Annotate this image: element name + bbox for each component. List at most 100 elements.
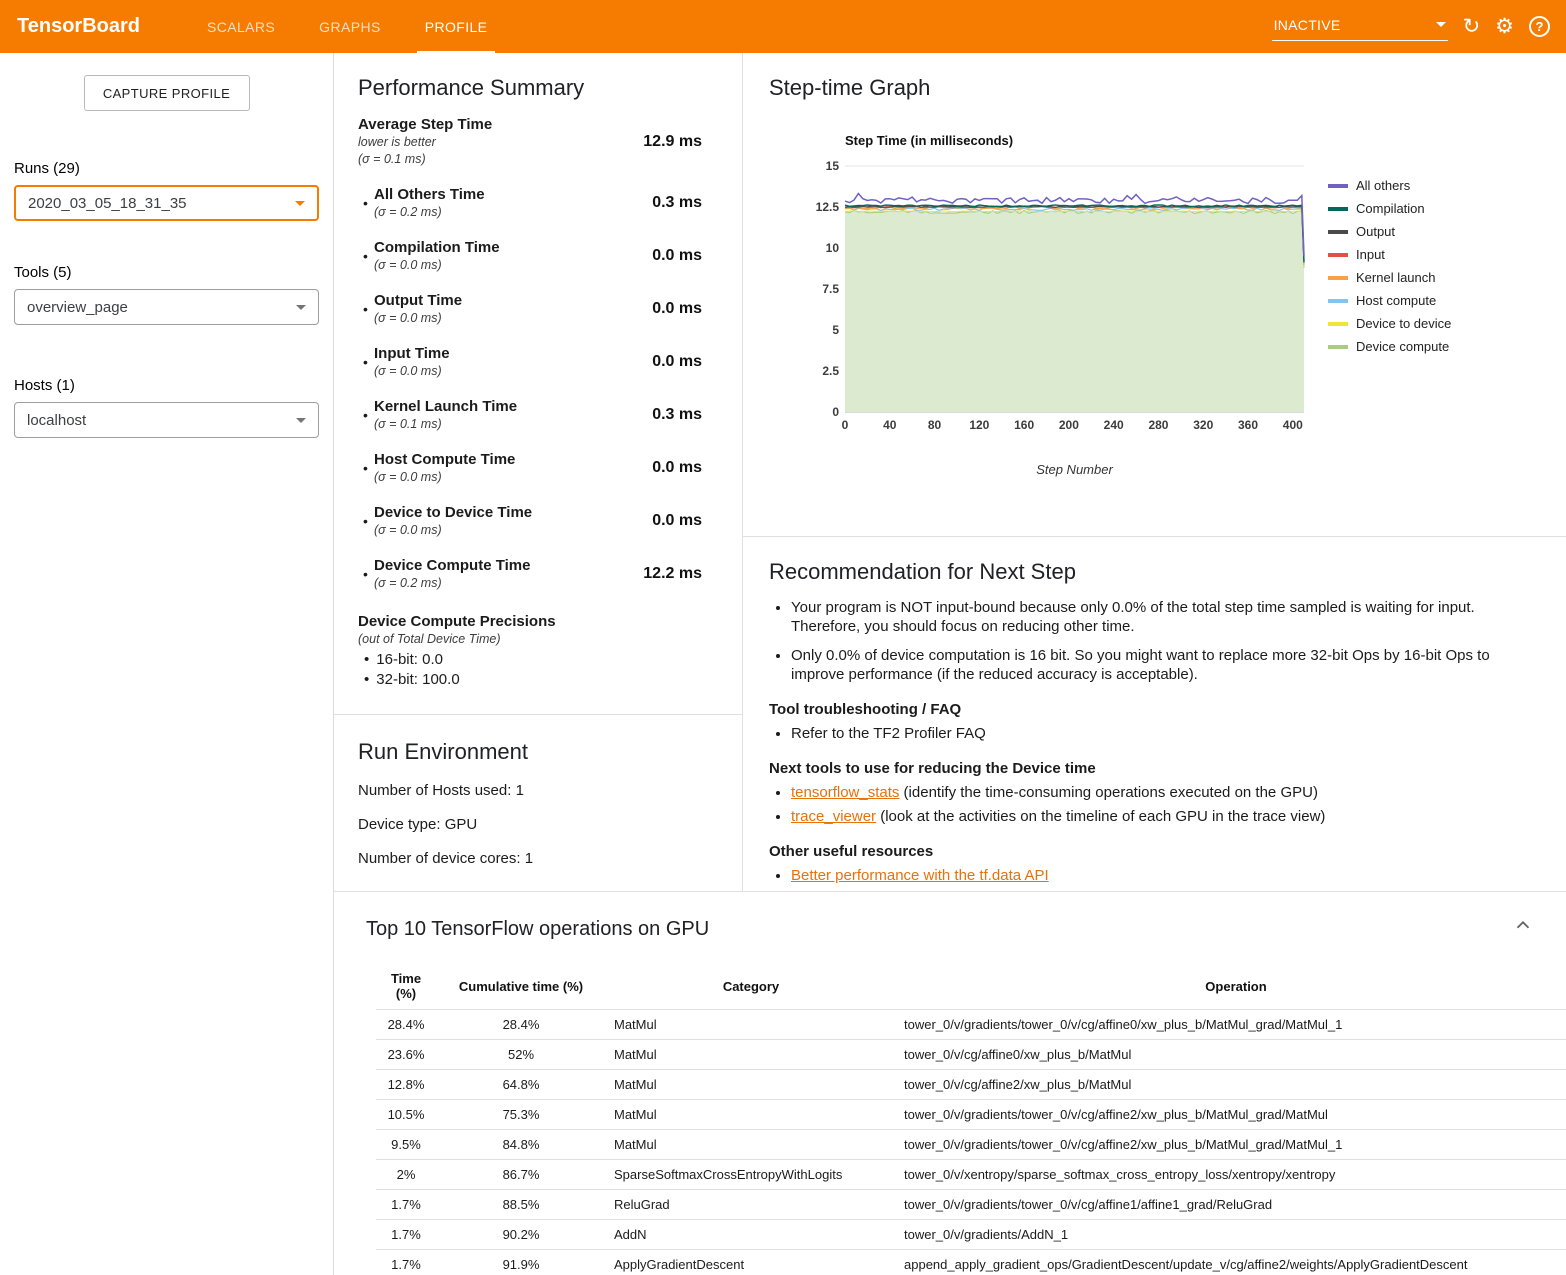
runs-select-value: 2020_03_05_18_31_35 — [28, 195, 187, 212]
legend-swatch — [1328, 184, 1348, 188]
legend-label: Compilation — [1356, 201, 1425, 216]
table-cell: tower_0/v/xentropy/sparse_softmax_cross_… — [896, 1160, 1566, 1190]
table-cell: tower_0/v/cg/affine0/xw_plus_b/MatMul — [896, 1040, 1566, 1070]
tool-item: tensorflow_stats (identify the time-cons… — [791, 783, 1526, 802]
svg-text:10: 10 — [826, 241, 840, 255]
legend-swatch — [1328, 276, 1348, 280]
hosts-select[interactable]: localhost — [14, 402, 319, 438]
legend-swatch — [1328, 345, 1348, 349]
runs-label: Runs (29) — [14, 160, 319, 177]
table-cell: 2% — [376, 1160, 436, 1190]
table-header-row: Time (%)Cumulative time (%)CategoryOpera… — [376, 963, 1566, 1010]
table-cell: 1.7% — [376, 1190, 436, 1220]
metric-sigma: (σ = 0.0 ms) — [374, 522, 532, 539]
bullet-icon: • — [358, 301, 374, 317]
metric-label: All Others Time — [374, 185, 485, 204]
run-environment: Run Environment Number of Hosts used: 1D… — [334, 715, 742, 891]
bullet-icon: • — [358, 460, 374, 476]
svg-text:320: 320 — [1193, 418, 1213, 432]
metric-value: 0.0 ms — [652, 512, 702, 530]
runenv-lines: Number of Hosts used: 1Device type: GPUN… — [358, 782, 718, 867]
metric-row: •Host Compute Time(σ = 0.0 ms)0.0 ms — [358, 450, 718, 486]
table-cell: MatMul — [606, 1070, 896, 1100]
status-select[interactable]: INACTIVE — [1272, 13, 1448, 41]
table-cell: 1.7% — [376, 1220, 436, 1250]
app-title: TensorBoard — [0, 15, 185, 38]
legend-label: Device compute — [1356, 339, 1449, 354]
metric-sigma: (σ = 0.0 ms) — [374, 363, 450, 380]
refresh-icon[interactable]: ↻ — [1463, 16, 1481, 37]
tfdata-performance-link[interactable]: Better performance with the tf.data API — [791, 867, 1049, 884]
legend-label: All others — [1356, 178, 1410, 193]
svg-text:80: 80 — [928, 418, 942, 432]
help-icon[interactable]: ? — [1529, 16, 1550, 37]
tools-select-value: overview_page — [27, 299, 128, 316]
tool-link-trace_viewer[interactable]: trace_viewer — [791, 808, 876, 825]
metric-text: Compilation Time(σ = 0.0 ms) — [374, 238, 500, 274]
faq-item: Refer to the TF2 Profiler FAQ — [791, 724, 1526, 743]
table-cell: 9.5% — [376, 1130, 436, 1160]
capture-profile-button[interactable]: CAPTURE PROFILE — [84, 75, 250, 111]
metric-sigma: (σ = 0.1 ms) — [358, 151, 492, 168]
legend-item: Compilation — [1328, 201, 1451, 216]
recommendation-bullet: Only 0.0% of device computation is 16 bi… — [791, 646, 1526, 684]
precision-item: 32-bit: 100.0 — [358, 670, 718, 690]
other-resources-heading: Other useful resources — [769, 843, 1526, 860]
table-cell: 86.7% — [436, 1160, 606, 1190]
gear-icon[interactable]: ⚙ — [1495, 16, 1514, 37]
step-time-chart[interactable]: 02.557.51012.515040801201602002402803203… — [809, 156, 1314, 456]
chevron-down-icon — [296, 418, 306, 423]
tools-select[interactable]: overview_page — [14, 289, 319, 325]
metric-note: lower is better — [358, 134, 492, 151]
tensorboard-app: TensorBoard SCALARSGRAPHSPROFILE INACTIV… — [0, 0, 1566, 1275]
collapse-chevron-icon[interactable] — [1512, 914, 1534, 936]
legend-item: Kernel launch — [1328, 270, 1451, 285]
metric-value: 0.0 ms — [652, 459, 702, 477]
runs-select[interactable]: 2020_03_05_18_31_35 — [14, 185, 319, 221]
legend-swatch — [1328, 207, 1348, 211]
precision-item: 16-bit: 0.0 — [358, 650, 718, 670]
header-tabs: SCALARSGRAPHSPROFILE — [185, 0, 509, 53]
metric-row: •Device to Device Time(σ = 0.0 ms)0.0 ms — [358, 503, 718, 539]
tab-profile[interactable]: PROFILE — [403, 0, 510, 53]
env-line: Number of Hosts used: 1 — [358, 782, 718, 799]
bullet-icon: • — [358, 407, 374, 423]
table-cell: 64.8% — [436, 1070, 606, 1100]
top-ops-title: Top 10 TensorFlow operations on GPU — [366, 918, 1542, 941]
run-environment-title: Run Environment — [358, 739, 718, 765]
chevron-down-icon — [295, 201, 305, 206]
tab-graphs[interactable]: GRAPHS — [297, 0, 403, 53]
svg-text:240: 240 — [1104, 418, 1124, 432]
table-row: 28.4%28.4%MatMultower_0/v/gradients/towe… — [376, 1010, 1566, 1040]
top-ops-section: Top 10 TensorFlow operations on GPU Time… — [334, 892, 1566, 1275]
table-row: 23.6%52%MatMultower_0/v/cg/affine0/xw_pl… — [376, 1040, 1566, 1070]
svg-text:15: 15 — [826, 159, 840, 173]
legend-label: Device to device — [1356, 316, 1451, 331]
metric-row: •All Others Time(σ = 0.2 ms)0.3 ms — [358, 185, 718, 221]
column-header: Time (%) — [376, 963, 436, 1010]
metric-text: All Others Time(σ = 0.2 ms) — [374, 185, 485, 221]
tool-description: (look at the activities on the timeline … — [876, 808, 1325, 825]
legend-swatch — [1328, 299, 1348, 303]
svg-text:0: 0 — [832, 405, 839, 419]
tab-scalars[interactable]: SCALARS — [185, 0, 297, 53]
recommendation-bullets: Your program is NOT input-bound because … — [769, 598, 1526, 684]
table-cell: tower_0/v/gradients/tower_0/v/cg/affine2… — [896, 1100, 1566, 1130]
step-time-graph-section: Step-time Graph Step Time (in millisecon… — [743, 53, 1566, 537]
table-cell: 28.4% — [376, 1010, 436, 1040]
table-cell: 88.5% — [436, 1190, 606, 1220]
recommendation-title: Recommendation for Next Step — [769, 559, 1526, 585]
metric-label: Average Step Time — [358, 115, 492, 134]
table-row: 9.5%84.8%MatMultower_0/v/gradients/tower… — [376, 1130, 1566, 1160]
table-cell: MatMul — [606, 1040, 896, 1070]
metric-label: Kernel Launch Time — [374, 397, 517, 416]
top-ops-table: Time (%)Cumulative time (%)CategoryOpera… — [376, 963, 1566, 1275]
metric-value: 0.0 ms — [652, 300, 702, 318]
table-cell: 91.9% — [436, 1250, 606, 1275]
svg-text:120: 120 — [969, 418, 989, 432]
tool-link-tensorflow_stats[interactable]: tensorflow_stats — [791, 784, 899, 801]
metric-row: •Kernel Launch Time(σ = 0.1 ms)0.3 ms — [358, 397, 718, 433]
metric-label: Input Time — [374, 344, 450, 363]
table-cell: AddN — [606, 1220, 896, 1250]
faq-heading: Tool troubleshooting / FAQ — [769, 701, 1526, 718]
